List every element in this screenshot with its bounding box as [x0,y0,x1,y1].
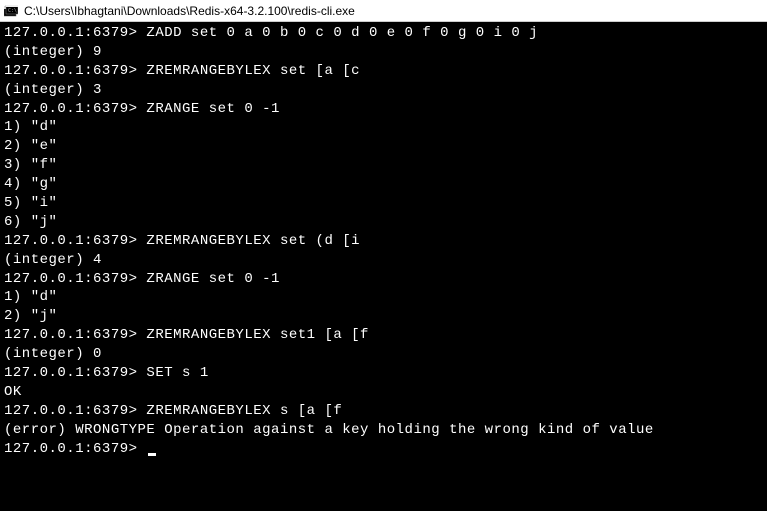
cursor [148,453,156,456]
app-icon: C:\ [4,5,18,17]
terminal-command-line: 127.0.0.1:6379> ZRANGE set 0 -1 [4,100,763,119]
svg-text:C:\: C:\ [8,8,17,14]
terminal-output-line: (integer) 9 [4,43,763,62]
terminal-command-line: 127.0.0.1:6379> SET s 1 [4,364,763,383]
terminal-output-line: (integer) 4 [4,251,763,270]
terminal-output-line: 1) "d" [4,118,763,137]
terminal-command-line: 127.0.0.1:6379> ZREMRANGEBYLEX set (d [i [4,232,763,251]
terminal-output[interactable]: 127.0.0.1:6379> ZADD set 0 a 0 b 0 c 0 d… [0,22,767,511]
terminal-command-line: 127.0.0.1:6379> ZREMRANGEBYLEX set [a [c [4,62,763,81]
window-title-bar[interactable]: C:\ C:\Users\Ibhagtani\Downloads\Redis-x… [0,0,767,22]
terminal-command-line: 127.0.0.1:6379> ZREMRANGEBYLEX set1 [a [… [4,326,763,345]
terminal-output-line: 2) "e" [4,137,763,156]
terminal-output-line: (integer) 3 [4,81,763,100]
terminal-output-line: (integer) 0 [4,345,763,364]
terminal-output-line: 4) "g" [4,175,763,194]
terminal-output-line: 3) "f" [4,156,763,175]
terminal-output-line: 1) "d" [4,288,763,307]
terminal-output-line: 5) "i" [4,194,763,213]
terminal-command-line: 127.0.0.1:6379> ZRANGE set 0 -1 [4,270,763,289]
terminal-command-line: 127.0.0.1:6379> ZREMRANGEBYLEX s [a [f [4,402,763,421]
window-title: C:\Users\Ibhagtani\Downloads\Redis-x64-3… [24,4,355,18]
terminal-output-line: (error) WRONGTYPE Operation against a ke… [4,421,763,440]
terminal-output-line: OK [4,383,763,402]
terminal-output-line: 2) "j" [4,307,763,326]
terminal-output-line: 6) "j" [4,213,763,232]
terminal-command-line: 127.0.0.1:6379> ZADD set 0 a 0 b 0 c 0 d… [4,24,763,43]
terminal-command-line: 127.0.0.1:6379> [4,440,763,459]
